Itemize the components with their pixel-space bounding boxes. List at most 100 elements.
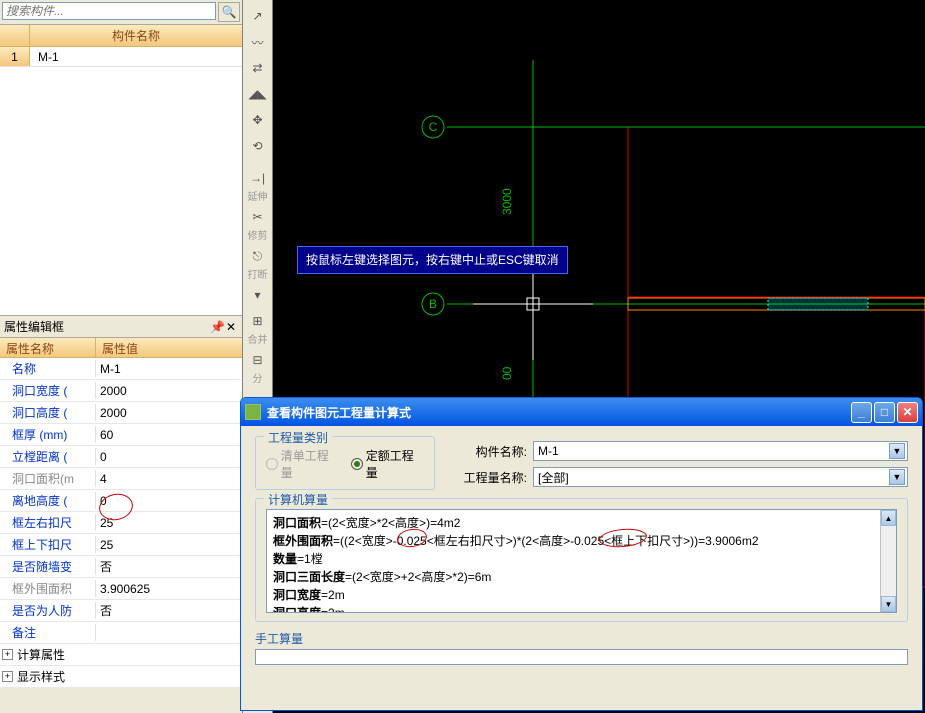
prop-header-value: 属性值 — [96, 338, 144, 357]
break-icon[interactable]: ⎋ — [246, 244, 270, 268]
property-table: 属性名称 属性值 名称M-1洞口宽度 (2000洞口高度 (2000框厚 (mm… — [0, 338, 242, 688]
calc-line: 洞口三面长度=(2<宽度>+2<高度>*2)=6m — [273, 568, 890, 586]
app-icon — [245, 404, 261, 420]
tool-label: 修剪 — [243, 231, 272, 242]
prop-header-name: 属性名称 — [0, 338, 96, 357]
search-input[interactable] — [2, 2, 216, 20]
property-value[interactable]: 否 — [96, 558, 242, 575]
grid-label-b: B — [429, 297, 437, 311]
property-name: 是否为人防 — [0, 602, 96, 619]
property-row[interactable]: 立樘距离 (0 — [0, 446, 242, 468]
property-value[interactable]: 0 — [96, 450, 242, 464]
minimize-button[interactable]: _ — [851, 402, 872, 423]
tool-icon[interactable]: ↗ — [246, 4, 270, 28]
tool-icon[interactable]: ⇄ — [246, 56, 270, 80]
property-name: 框上下扣尺 — [0, 536, 96, 553]
rotate-icon[interactable]: ⟲ — [246, 134, 270, 158]
calculation-dialog: 查看构件图元工程量计算式 _ □ ✕ 工程量类别 清单工程量 定额工程量 构件名… — [240, 397, 923, 711]
dimension-value: 00 — [500, 366, 514, 380]
property-name: 立樘距离 ( — [0, 448, 96, 465]
property-value[interactable]: M-1 — [96, 362, 242, 376]
property-name: 离地高度 ( — [0, 492, 96, 509]
property-row[interactable]: 框上下扣尺25 — [0, 534, 242, 556]
chevron-down-icon[interactable]: ▼ — [889, 443, 905, 459]
property-value[interactable]: 2000 — [96, 384, 242, 398]
property-row[interactable]: 框厚 (mm)60 — [0, 424, 242, 446]
property-name: 洞口高度 ( — [0, 404, 96, 421]
property-value[interactable]: 0 — [96, 494, 242, 508]
property-row[interactable]: 离地高度 (0 — [0, 490, 242, 512]
component-row[interactable]: 1 M-1 — [0, 47, 242, 67]
dialog-body: 工程量类别 清单工程量 定额工程量 构件名称: M-1 ▼ — [241, 426, 922, 675]
dialog-titlebar[interactable]: 查看构件图元工程量计算式 _ □ ✕ — [241, 398, 922, 426]
property-value[interactable]: 3.900625 — [96, 582, 242, 596]
expand-icon[interactable]: + — [2, 671, 13, 682]
search-icon: 🔍 — [222, 5, 237, 19]
component-name-label: 构件名称: — [461, 443, 527, 460]
expand-icon[interactable]: + — [2, 649, 13, 660]
radio-quota[interactable]: 定额工程量 — [351, 447, 424, 481]
computer-calc-legend: 计算机算量 — [264, 491, 332, 508]
computer-calc-group: 计算机算量 洞口面积=(2<宽度>*2<高度>)=4m2框外围面积=((2<宽度… — [255, 498, 908, 622]
chevron-down-icon[interactable]: ▼ — [889, 469, 905, 485]
pin-icon[interactable]: 📌 — [210, 320, 224, 334]
calc-line: 洞口高度=2m — [273, 604, 890, 613]
search-box: 🔍 — [0, 0, 242, 25]
scrollbar[interactable]: ▲ ▼ — [880, 510, 896, 612]
close-icon[interactable]: ✕ — [224, 320, 238, 334]
property-name: 框左右扣尺 — [0, 514, 96, 531]
left-panel: 🔍 构件名称 1 M-1 属性编辑框 📌 ✕ 属性名称 属性值 名称M-1洞口宽… — [0, 0, 243, 713]
search-button[interactable]: 🔍 — [218, 2, 240, 22]
property-row[interactable]: 洞口高度 (2000 — [0, 402, 242, 424]
property-name: 框外围面积 — [0, 580, 96, 597]
merge-icon[interactable]: ⊞ — [246, 309, 270, 333]
close-button[interactable]: ✕ — [897, 402, 918, 423]
qty-name-combo[interactable]: [全部] ▼ — [533, 467, 908, 487]
qty-name-label: 工程量名称: — [461, 469, 527, 486]
property-row[interactable]: 是否随墙变否 — [0, 556, 242, 578]
tool-label: 延伸 — [243, 192, 272, 203]
property-value[interactable]: 4 — [96, 472, 242, 486]
property-row[interactable]: 框外围面积3.900625 — [0, 578, 242, 600]
manual-calc-legend: 手工算量 — [255, 630, 908, 647]
property-name: 备注 — [0, 624, 96, 641]
property-row[interactable]: 名称M-1 — [0, 358, 242, 380]
tool-icon[interactable]: 〰 — [246, 30, 270, 54]
property-panel-label: 属性编辑框 — [4, 318, 210, 335]
calc-textbox[interactable]: 洞口面积=(2<宽度>*2<高度>)=4m2框外围面积=((2<宽度>-0.02… — [266, 509, 897, 613]
property-row[interactable]: 是否为人防否 — [0, 600, 242, 622]
scroll-down-icon[interactable]: ▼ — [881, 596, 896, 612]
combo-group: 构件名称: M-1 ▼ 工程量名称: [全部] ▼ — [461, 441, 908, 493]
property-value[interactable]: 25 — [96, 538, 242, 552]
row-name: M-1 — [30, 50, 59, 64]
property-value[interactable]: 2000 — [96, 406, 242, 420]
property-row[interactable]: 框左右扣尺25 — [0, 512, 242, 534]
component-list: 构件名称 1 M-1 — [0, 25, 242, 315]
qty-type-legend: 工程量类别 — [264, 429, 332, 446]
property-row[interactable]: 洞口宽度 (2000 — [0, 380, 242, 402]
move-icon[interactable]: ✥ — [246, 108, 270, 132]
calc-line: 洞口宽度=2m — [273, 586, 890, 604]
property-name: 是否随墙变 — [0, 558, 96, 575]
scroll-up-icon[interactable]: ▲ — [881, 510, 896, 526]
property-row[interactable]: 备注 — [0, 622, 242, 644]
property-value[interactable]: 否 — [96, 602, 242, 619]
qty-type-group: 工程量类别 清单工程量 定额工程量 — [255, 436, 435, 490]
chevron-down-icon[interactable]: ▾ — [246, 283, 270, 307]
maximize-button[interactable]: □ — [874, 402, 895, 423]
component-name-combo[interactable]: M-1 ▼ — [533, 441, 908, 461]
tree-row-display[interactable]: + 显示样式 — [0, 666, 242, 688]
property-value[interactable]: 25 — [96, 516, 242, 530]
property-row[interactable]: 洞口面积(m4 — [0, 468, 242, 490]
property-header: 属性名称 属性值 — [0, 338, 242, 358]
trim-icon[interactable]: ✂ — [246, 205, 270, 229]
property-value[interactable]: 60 — [96, 428, 242, 442]
grid-label-c: C — [429, 120, 438, 134]
calc-line: 洞口面积=(2<宽度>*2<高度>)=4m2 — [273, 514, 890, 532]
manual-calc-box[interactable] — [255, 649, 908, 665]
split-icon[interactable]: ⊟ — [246, 348, 270, 372]
extend-icon[interactable]: →| — [246, 166, 270, 190]
mirror-icon[interactable]: ◢◣ — [246, 82, 270, 106]
canvas-hint: 按鼠标左键选择图元，按右键中止或ESC键取消 — [297, 246, 568, 274]
tree-row-calc[interactable]: + 计算属性 — [0, 644, 242, 666]
